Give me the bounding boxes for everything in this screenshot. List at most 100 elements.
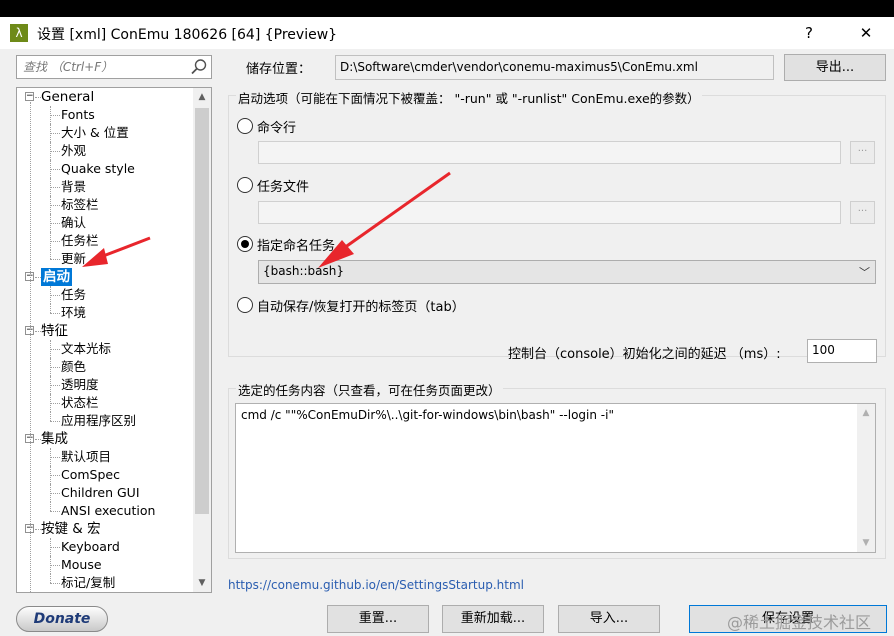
tree-connector: [50, 196, 51, 214]
startup-options-group: [228, 95, 886, 357]
tree-item[interactable]: 大小 & 位置: [61, 124, 129, 142]
title-bar: λ 设置 [xml] ConEmu 180626 [64] {Preview} …: [0, 17, 894, 49]
taskfile-radio[interactable]: [237, 177, 253, 193]
help-button[interactable]: ?: [795, 21, 823, 45]
tree-scrollbar[interactable]: ▲ ▼: [193, 88, 211, 592]
tree-item[interactable]: 背景: [61, 178, 86, 196]
tree-item[interactable]: 特征: [41, 322, 68, 340]
tree-connector: [50, 511, 60, 512]
import-button[interactable]: 导入...: [558, 605, 660, 633]
export-button[interactable]: 导出...: [784, 54, 886, 81]
reload-button[interactable]: 重新加载...: [442, 605, 544, 633]
tree-connector: [50, 466, 51, 484]
tree-connector: [50, 106, 51, 124]
scroll-thumb[interactable]: [195, 108, 209, 514]
tree-item[interactable]: 任务栏: [61, 232, 99, 250]
cmdline-radio[interactable]: [237, 118, 253, 134]
search-icon[interactable]: [190, 58, 208, 76]
tree-item[interactable]: 环境: [61, 304, 86, 322]
tree-item[interactable]: 状态栏: [61, 394, 99, 412]
tree-item[interactable]: 颜色: [61, 358, 86, 376]
reset-button[interactable]: 重置...: [327, 605, 429, 633]
tree-item[interactable]: 按键 & 宏: [41, 520, 101, 538]
help-link[interactable]: https://conemu.github.io/en/SettingsStar…: [228, 578, 524, 592]
tree-connector: [50, 151, 60, 152]
tree-connector: [50, 340, 51, 358]
tree-connector: [50, 538, 51, 556]
tree-item[interactable]: Keyboard: [61, 538, 120, 556]
named-task-radio[interactable]: [237, 236, 253, 252]
tree-connector: [50, 223, 60, 224]
tree-item[interactable]: Children GUI: [61, 484, 140, 502]
tree-connector: [30, 102, 31, 592]
tree-item[interactable]: 任务: [61, 286, 86, 304]
donate-button[interactable]: Donate: [16, 606, 108, 632]
tree-connector: [50, 475, 60, 476]
tree-item[interactable]: General: [41, 88, 94, 106]
tree-connector: [50, 448, 51, 466]
taskfile-label: 任务文件: [257, 180, 310, 195]
startup-group-title: 启动选项（可能在下面情况下被覆盖： "-run" 或 "-runlist" Co…: [236, 88, 702, 107]
taskfile-browse-button[interactable]: ...: [850, 201, 875, 224]
cmdline-input[interactable]: [258, 141, 841, 164]
search-input[interactable]: [21, 57, 186, 77]
close-button[interactable]: ✕: [852, 21, 880, 45]
chevron-down-icon: ﹀: [859, 266, 870, 279]
tree-connector: [50, 376, 51, 394]
task-content-textarea[interactable]: cmd /c ""%ConEmuDir%\..\git-for-windows\…: [235, 403, 876, 553]
tree-item[interactable]: 文本光标: [61, 340, 111, 358]
tree-connector: [50, 124, 51, 142]
task-content-scrollbar[interactable]: ▲ ▼: [857, 404, 875, 552]
named-task-label: 指定命名任务: [257, 239, 336, 254]
tree-connector: [50, 178, 51, 196]
tree-item[interactable]: Fonts: [61, 106, 95, 124]
tree-item[interactable]: 集成: [41, 430, 68, 448]
watermark-text: @稀土掘金技术社区: [727, 613, 872, 632]
tree-connector: [50, 349, 60, 350]
delay-input[interactable]: 100: [807, 339, 877, 363]
autosave-radio[interactable]: [237, 297, 253, 313]
tree-item[interactable]: 默认项目: [61, 448, 111, 466]
storage-path-field[interactable]: D:\Software\cmder\vendor\conemu-maximus5…: [335, 55, 774, 80]
tree-item[interactable]: Quake style: [61, 160, 135, 178]
window-title: 设置 [xml] ConEmu 180626 [64] {Preview}: [37, 27, 338, 43]
tree-item[interactable]: 外观: [61, 142, 86, 160]
tree-item[interactable]: 更新: [61, 250, 86, 268]
taskfile-input[interactable]: [258, 201, 841, 224]
tree-item[interactable]: 启动: [41, 268, 72, 286]
tree-connector: [50, 556, 51, 574]
task-content-text: cmd /c ""%ConEmuDir%\..\git-for-windows\…: [241, 408, 614, 422]
tree-item[interactable]: 标签栏: [61, 196, 99, 214]
tree-expander-icon[interactable]: −: [25, 92, 34, 101]
tree-connector: [50, 160, 51, 178]
tree-connector: [50, 304, 51, 313]
scroll-up-icon[interactable]: ▲: [857, 404, 875, 422]
search-field[interactable]: [16, 55, 212, 79]
scroll-down-icon[interactable]: ▼: [193, 574, 211, 592]
tree-item[interactable]: Mouse: [61, 556, 102, 574]
named-task-dropdown[interactable]: {bash::bash} ﹀: [258, 260, 876, 284]
tree-connector: [50, 457, 60, 458]
tree-item[interactable]: ComSpec: [61, 466, 120, 484]
tree-item[interactable]: 确认: [61, 214, 86, 232]
tree-item[interactable]: 应用程序区别: [61, 412, 136, 430]
tree-connector: [50, 547, 60, 548]
tree-item[interactable]: 标记/复制: [61, 574, 115, 592]
tree-connector: [50, 385, 60, 386]
tree-connector: [50, 133, 60, 134]
tree-connector: [50, 367, 60, 368]
tree-connector: [50, 286, 51, 304]
tree-connector: [50, 295, 60, 296]
tree-connector: [50, 394, 51, 412]
cmdline-browse-button[interactable]: ...: [850, 141, 875, 164]
scroll-up-icon[interactable]: ▲: [193, 88, 211, 106]
tree-item[interactable]: 透明度: [61, 376, 99, 394]
tree-item[interactable]: ANSI execution: [61, 502, 155, 520]
settings-tree[interactable]: ▲ ▼ − General Fonts 大小 & 位置 外观 Quake style 背景标…: [16, 87, 212, 593]
tree-connector: [50, 232, 51, 250]
tree-connector: [50, 250, 51, 259]
tree-connector: [50, 574, 51, 583]
tree-connector: [50, 421, 60, 422]
scroll-down-icon[interactable]: ▼: [857, 534, 875, 552]
task-content-title: 选定的任务内容（只查看，可在任务页面更改）: [236, 380, 503, 399]
